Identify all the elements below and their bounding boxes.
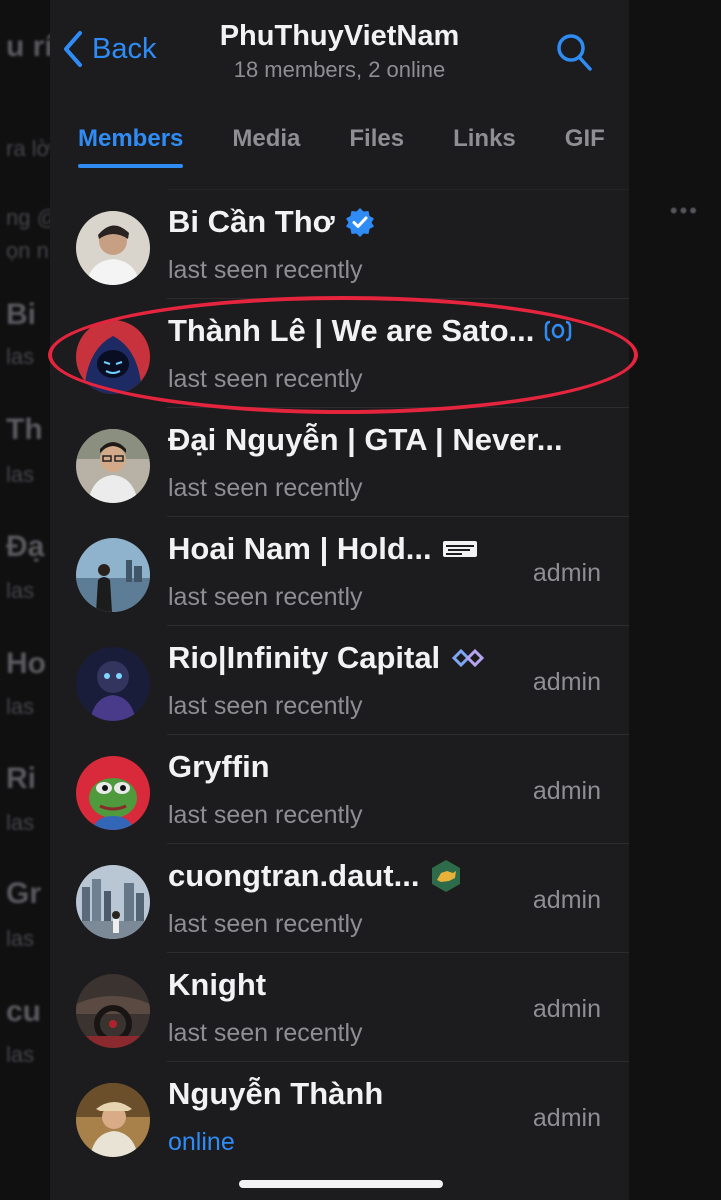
avatar-pepe-frog <box>76 756 150 830</box>
member-status: last seen recently <box>168 583 363 611</box>
member-row[interactable]: Thành Lê | We are Sato... last seen rece… <box>50 299 629 408</box>
avatar-person-glasses <box>76 429 150 503</box>
background-text: las <box>6 1042 35 1067</box>
member-name: cuongtran.daut... <box>168 858 420 893</box>
tab-media[interactable]: Media <box>232 125 300 153</box>
avatar-person-hat <box>76 1083 150 1157</box>
member-name: Gryffin <box>168 749 270 784</box>
background-text: ng @ <box>6 205 50 230</box>
avatar <box>76 647 150 721</box>
search-icon <box>557 34 592 71</box>
chat-header[interactable]: PhuThuyVietNam 18 members, 2 online <box>50 20 629 83</box>
background-text: las <box>6 344 35 369</box>
member-name: Rio|Infinity Capital <box>168 640 441 675</box>
member-row[interactable]: Đại Nguyễn | GTA | Never... last seen re… <box>50 408 629 517</box>
more-dots-icon: ••• <box>669 198 699 223</box>
admin-badge: admin <box>532 559 601 587</box>
avatar-person-white-shirt <box>76 211 150 285</box>
group-subtitle: 18 members, 2 online <box>233 57 446 82</box>
member-row[interactable]: Nguyễn Thành online admin <box>50 1062 629 1171</box>
admin-badge: admin <box>532 886 601 914</box>
avatar <box>76 974 150 1048</box>
search-button[interactable] <box>555 32 593 77</box>
tab-gif[interactable]: GIF <box>565 125 605 153</box>
tab-files[interactable]: Files <box>349 125 404 153</box>
home-indicator[interactable] <box>239 1180 443 1188</box>
navigation-bar: Back PhuThuyVietNam 18 members, 2 online <box>50 0 629 100</box>
avatar <box>76 756 150 830</box>
avatar-car-interior <box>76 974 150 1048</box>
member-status: last seen recently <box>168 1019 363 1047</box>
member-name: Knight <box>168 967 267 1002</box>
member-status: last seen recently <box>168 801 363 829</box>
member-name: Thành Lê | We are Sato... <box>168 313 535 348</box>
avatar <box>76 1083 150 1157</box>
member-row[interactable]: Bi Cần Thơ last seen recently <box>50 190 629 299</box>
member-status: online <box>168 1128 235 1156</box>
background-text: las <box>6 462 35 487</box>
member-row[interactable]: Gryffin last seen recently admin <box>50 735 629 844</box>
background-text: ọn n <box>6 238 49 263</box>
background-text: las <box>6 810 35 835</box>
member-name: Bi Cần Thơ <box>168 204 335 239</box>
background-text: Ri <box>6 762 36 795</box>
member-name: Nguyễn Thành <box>168 1076 384 1111</box>
hold-sticker-icon <box>442 538 478 560</box>
admin-badge: admin <box>532 777 601 805</box>
admin-badge: admin <box>532 668 601 696</box>
media-tabs: Members Media Files Links GIF <box>50 110 629 168</box>
member-status: last seen recently <box>168 365 363 393</box>
avatar <box>76 211 150 285</box>
avatar <box>76 538 150 612</box>
bull-icon <box>429 859 463 893</box>
avatar-person-city <box>76 538 150 612</box>
background-text: u ríu <box>6 30 50 63</box>
member-list: Bi Cần Thơ last seen recently Thành Lê |… <box>50 180 629 1171</box>
background-left-strip: u ríu ra lời ng @ ọn n Bi las Th las Đạ … <box>0 0 50 1200</box>
background-text: Th <box>6 413 43 446</box>
member-name: Hoai Nam | Hold... <box>168 531 432 566</box>
background-text: Ho <box>6 647 46 680</box>
member-status: last seen recently <box>168 474 363 502</box>
members-screen: Back PhuThuyVietNam 18 members, 2 online… <box>50 0 629 1200</box>
member-row[interactable]: Rio|Infinity Capital last seen recently … <box>50 626 629 735</box>
group-title: PhuThuyVietNam <box>219 20 460 52</box>
background-text: cu <box>6 995 42 1028</box>
avatar-city-skyline <box>76 865 150 939</box>
background-right-strip: ••• <box>629 0 721 1200</box>
admin-badge: admin <box>532 995 601 1023</box>
member-row[interactable]: Knight last seen recently admin <box>50 953 629 1062</box>
tab-members[interactable]: Members <box>78 125 184 168</box>
member-status: last seen recently <box>168 910 363 938</box>
avatar-hooded-figure <box>76 320 150 394</box>
member-row[interactable]: Hoai Nam | Hold... last seen recently ad… <box>50 517 629 626</box>
avatar <box>76 865 150 939</box>
previous-row-fragment <box>167 180 629 190</box>
background-text: Gr <box>6 877 42 910</box>
background-text: las <box>6 926 35 951</box>
background-text: Bi <box>6 298 36 331</box>
member-status: last seen recently <box>168 692 363 720</box>
member-status: last seen recently <box>168 256 363 284</box>
member-name: Đại Nguyễn | GTA | Never... <box>168 422 563 457</box>
avatar <box>76 320 150 394</box>
avatar <box>76 429 150 503</box>
infinity-icon <box>450 646 486 670</box>
verified-icon <box>345 207 375 237</box>
background-text: ra lời <box>6 136 50 161</box>
background-text: las <box>6 578 35 603</box>
admin-badge: admin <box>532 1104 601 1132</box>
emoji-status-icon <box>544 319 572 343</box>
background-text: las <box>6 694 35 719</box>
member-row[interactable]: cuongtran.daut... last seen recently adm… <box>50 844 629 953</box>
tab-links[interactable]: Links <box>453 125 516 153</box>
avatar-robot-figure <box>76 647 150 721</box>
background-text: Đạ <box>6 530 45 563</box>
